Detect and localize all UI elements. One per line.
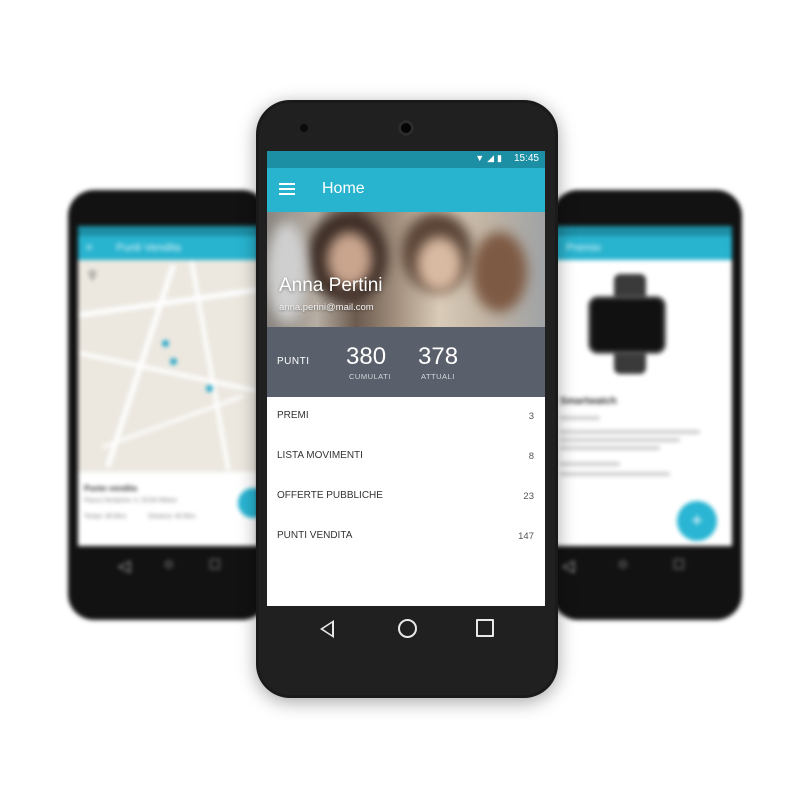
- add-fab[interactable]: +: [677, 501, 717, 541]
- plus-icon: +: [691, 510, 703, 532]
- product-title: Smartwatch: [560, 396, 617, 407]
- location-distance: Distanza: 48 Mins: [148, 514, 196, 520]
- left-app-bar: ≡ Punti Vendita: [78, 236, 258, 260]
- profile-name: Anna Pertini: [279, 275, 383, 296]
- map-pin-icon[interactable]: [170, 358, 177, 365]
- right-phone-screen: Premio Smartwatch +: [552, 226, 732, 546]
- right-status-bar: [552, 226, 732, 236]
- search-icon[interactable]: ⚲: [88, 268, 97, 282]
- left-status-bar: [78, 226, 258, 236]
- menu-icon[interactable]: [279, 183, 295, 195]
- directions-fab[interactable]: [238, 488, 258, 518]
- menu-item-offerte-pubbliche[interactable]: OFFERTE PUBBLICHE 23: [267, 477, 545, 517]
- menu-icon[interactable]: ≡: [86, 236, 92, 260]
- points-cumulated-label: CUMULATI: [349, 372, 391, 381]
- nav-recent-icon[interactable]: [476, 619, 494, 637]
- main-phone: ▼◢▮ 15:45 Home Anna Pertini anna.perini@…: [256, 100, 558, 698]
- location-time: Tempo: 48 Mins: [84, 514, 127, 520]
- profile-header: Anna Pertini anna.perini@mail.com: [267, 212, 545, 327]
- left-phone: ≡ Punti Vendita ⚲ Punto vendita Piazza S…: [68, 190, 268, 620]
- map[interactable]: ⚲: [78, 260, 258, 472]
- points-current-label: ATTUALI: [421, 372, 455, 381]
- nav-back-icon[interactable]: [320, 620, 334, 638]
- right-app-title: Premio: [566, 242, 601, 254]
- nav-back-icon[interactable]: ◁: [118, 556, 130, 576]
- left-nav-bar: ◁ ○ □: [78, 546, 258, 586]
- menu-item-punti-vendita[interactable]: PUNTI VENDITA 147: [267, 517, 545, 557]
- menu-item-count: 8: [528, 451, 534, 462]
- nav-home-icon[interactable]: ○: [618, 556, 628, 574]
- points-label: PUNTI: [277, 356, 310, 367]
- menu-item-label: OFFERTE PUBBLICHE: [277, 490, 383, 501]
- menu-item-lista-movimenti[interactable]: LISTA MOVIMENTI 8: [267, 437, 545, 477]
- status-bar: ▼◢▮ 15:45: [267, 151, 545, 168]
- menu-item-label: PREMI: [277, 410, 309, 421]
- right-nav-bar: ◁ ○ □: [552, 546, 732, 586]
- profile-email: anna.perini@mail.com: [279, 302, 374, 313]
- menu-item-label: PUNTI VENDITA: [277, 530, 353, 541]
- app-bar: Home: [267, 168, 545, 212]
- menu-item-count: 23: [523, 491, 534, 502]
- nav-recent-icon[interactable]: □: [674, 556, 684, 574]
- right-app-bar: Premio: [552, 236, 732, 260]
- nav-recent-icon[interactable]: □: [210, 556, 220, 574]
- main-screen: ▼◢▮ 15:45 Home Anna Pertini anna.perini@…: [267, 151, 545, 606]
- points-summary: PUNTI 380 CUMULATI 378 ATTUALI: [267, 327, 545, 397]
- left-phone-screen: ≡ Punti Vendita ⚲ Punto vendita Piazza S…: [78, 226, 258, 546]
- menu-item-premi[interactable]: PREMI 3: [267, 397, 545, 437]
- status-icons: ▼◢▮: [475, 153, 505, 163]
- proximity-sensor: [300, 124, 308, 132]
- menu-item-count: 3: [528, 411, 534, 422]
- map-pin-icon[interactable]: [206, 385, 213, 392]
- location-address: Piazza Sempione, 4, 20154 Milano: [84, 498, 177, 504]
- points-current-value: 378: [418, 343, 459, 370]
- nav-home-icon[interactable]: [398, 619, 417, 638]
- system-nav-bar: [267, 606, 545, 654]
- map-pin-icon[interactable]: [162, 340, 169, 347]
- menu-item-label: LISTA MOVIMENTI: [277, 450, 363, 461]
- menu-item-count: 147: [518, 531, 534, 542]
- status-time: 15:45: [513, 153, 539, 164]
- nav-home-icon[interactable]: ○: [164, 556, 174, 574]
- points-cumulated-value: 380: [346, 343, 387, 370]
- page-title: Home: [322, 180, 365, 197]
- nav-back-icon[interactable]: ◁: [562, 556, 574, 576]
- right-phone: Premio Smartwatch + ◁ ○ □: [552, 190, 742, 620]
- left-app-title: Punti Vendita: [116, 242, 181, 254]
- front-camera: [398, 120, 414, 136]
- location-title: Punto vendita: [84, 484, 137, 493]
- location-info-card[interactable]: Punto vendita Piazza Sempione, 4, 20154 …: [78, 472, 258, 546]
